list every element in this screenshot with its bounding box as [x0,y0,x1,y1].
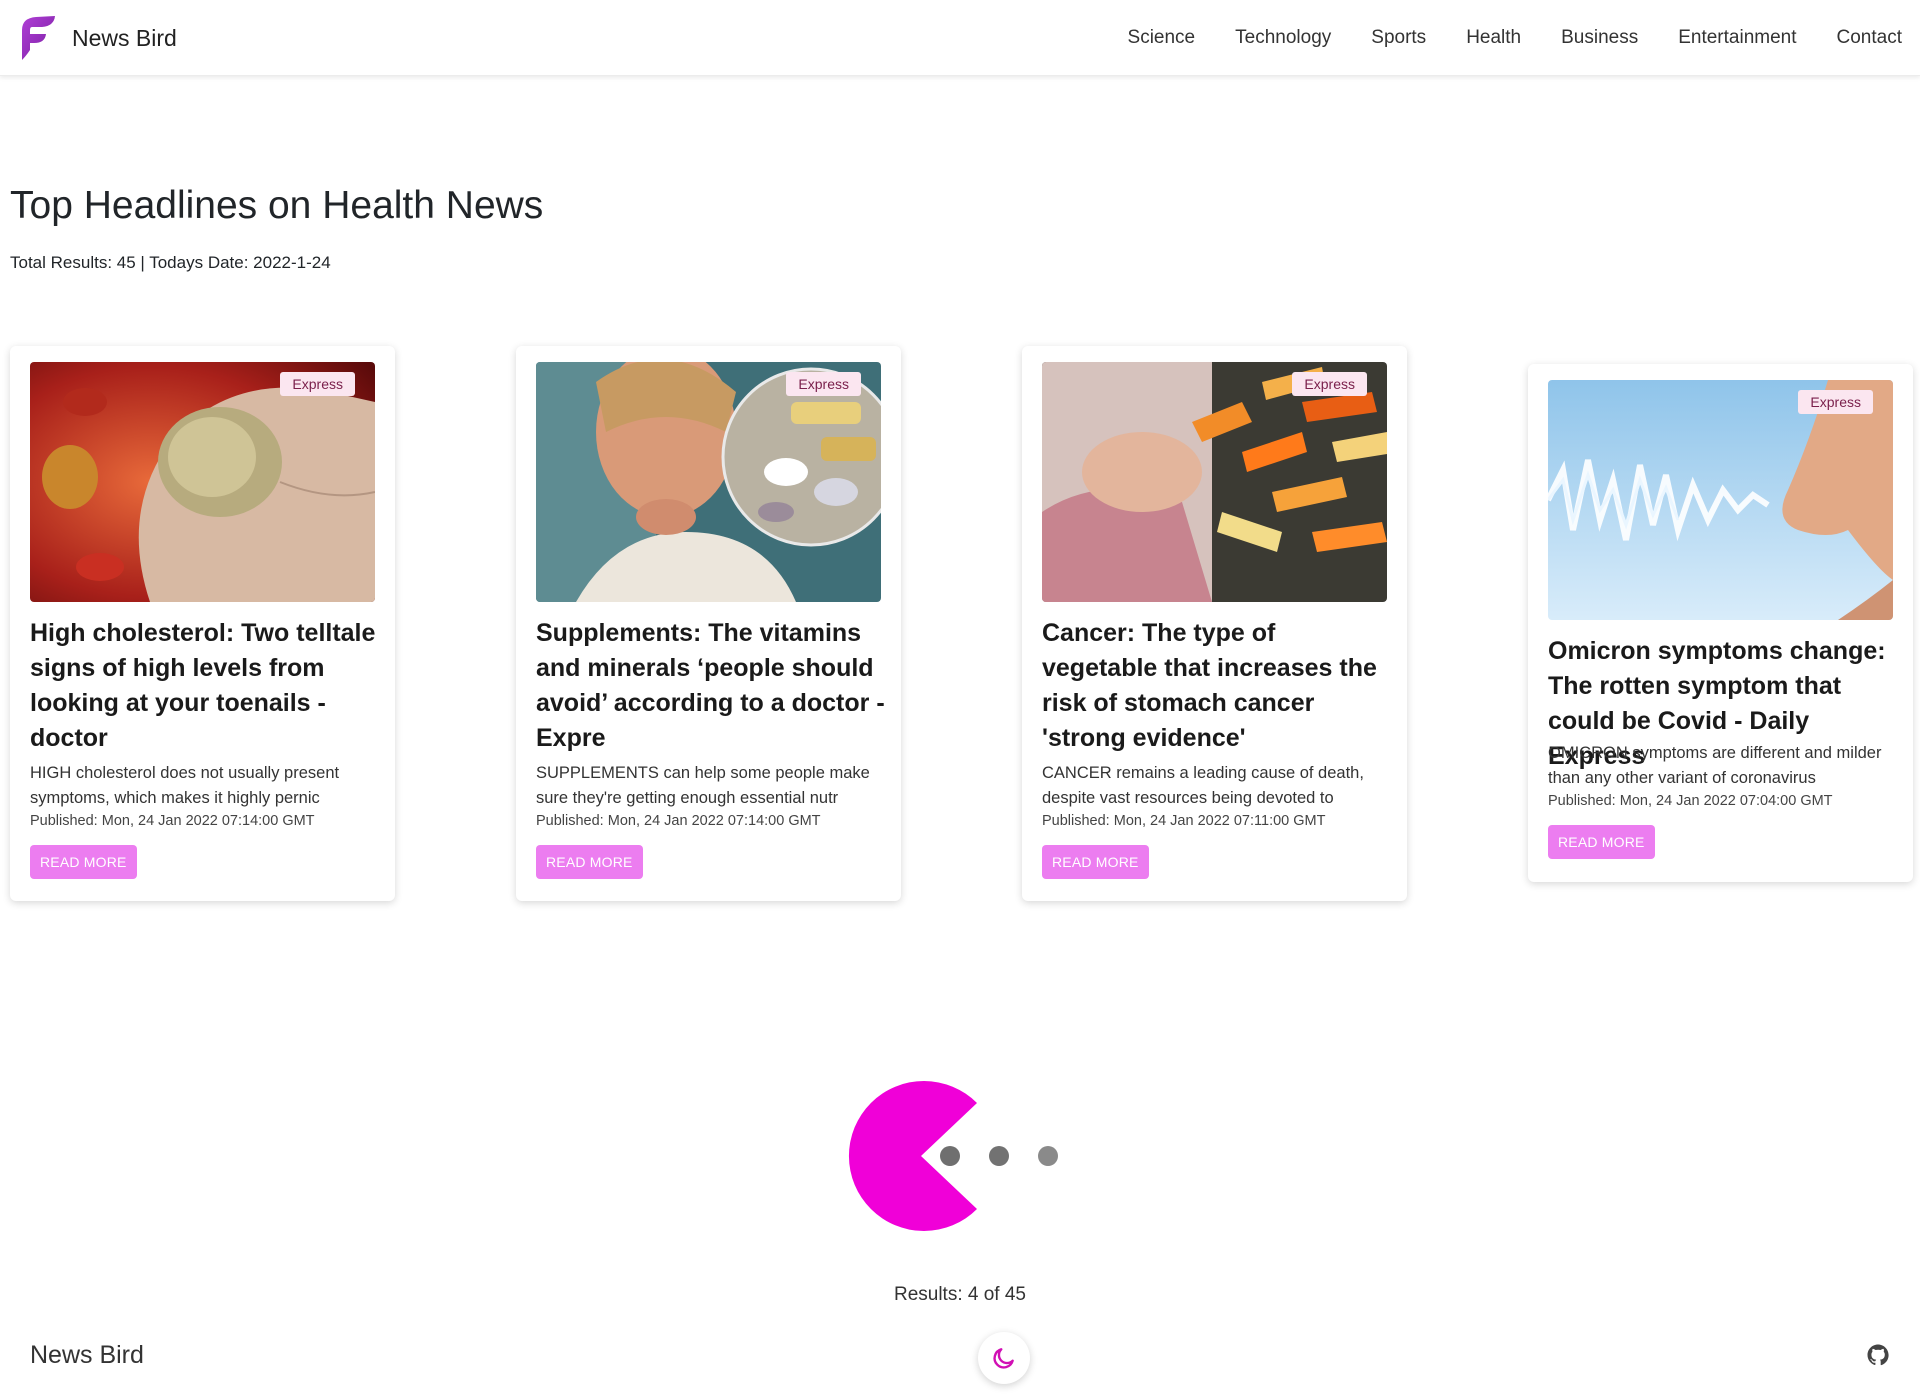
pacman-loader [846,1080,1066,1232]
brand-link[interactable]: News Bird [20,16,177,60]
navbar: News Bird Science Technology Sports Heal… [0,0,1920,76]
card-description: SUPPLEMENTS can help some people make su… [536,764,870,807]
news-image-vegetables: Express [1042,362,1387,602]
source-badge: Express [786,372,861,396]
results-meta: Total Results: 45 | Todays Date: 2022-1-… [10,253,331,272]
nav-links: Science Technology Sports Health Busines… [1088,0,1902,76]
nav-link-science[interactable]: Science [1128,27,1196,49]
source-badge: Express [280,372,355,396]
card-published: Published: Mon, 24 Jan 2022 07:04:00 GMT [1548,793,1833,809]
news-image-nose: Express [1548,380,1893,620]
read-more-button[interactable]: READ MORE [1042,845,1149,879]
card-description: HIGH cholesterol does not usually presen… [30,764,340,807]
news-card: Express High cholesterol: Two telltale s… [10,346,395,901]
news-image-toenail: Express [30,362,375,602]
card-description: OMICRON symptoms are different and milde… [1548,744,1882,787]
loader-dot [940,1146,960,1166]
source-badge: Express [1292,372,1367,396]
footer-brand: News Bird [30,1341,144,1369]
source-badge: Express [1798,390,1873,414]
loader-dot [989,1146,1009,1166]
feather-logo-icon [22,16,55,60]
loader-dot [1038,1146,1058,1166]
page-title: Top Headlines on Health News [10,184,544,227]
card-title: Cancer: The type of vegetable that incre… [1042,619,1377,752]
card-title: High cholesterol: Two telltale signs of … [30,619,376,752]
brand-name: News Bird [72,24,177,51]
news-card: Express Supplements: The vitamins and mi… [516,346,901,901]
nav-link-entertainment[interactable]: Entertainment [1678,27,1796,49]
read-more-button[interactable]: READ MORE [536,845,643,879]
card-published: Published: Mon, 24 Jan 2022 07:14:00 GMT [536,813,821,829]
news-image-supplements: Express [536,362,881,602]
results-count: Results: 4 of 45 [893,1284,1027,1305]
nav-link-contact[interactable]: Contact [1837,27,1902,49]
card-title: Supplements: The vitamins and minerals ‘… [536,619,885,752]
news-card: Express Omicron symptoms change: The rot… [1528,364,1913,882]
nav-link-sports[interactable]: Sports [1371,27,1426,49]
github-icon[interactable] [1866,1343,1890,1367]
read-more-button[interactable]: READ MORE [30,845,137,879]
card-description: CANCER remains a leading cause of death,… [1042,764,1364,807]
read-more-button[interactable]: READ MORE [1548,825,1655,859]
nav-link-health[interactable]: Health [1466,27,1521,49]
card-published: Published: Mon, 24 Jan 2022 07:11:00 GMT [1042,813,1326,829]
nav-link-technology[interactable]: Technology [1235,27,1331,49]
theme-toggle-button[interactable] [978,1332,1030,1384]
moon-icon [993,1348,1014,1369]
news-card: Express Cancer: The type of vegetable th… [1022,346,1407,901]
nav-link-business[interactable]: Business [1561,27,1638,49]
card-published: Published: Mon, 24 Jan 2022 07:14:00 GMT [30,813,315,829]
